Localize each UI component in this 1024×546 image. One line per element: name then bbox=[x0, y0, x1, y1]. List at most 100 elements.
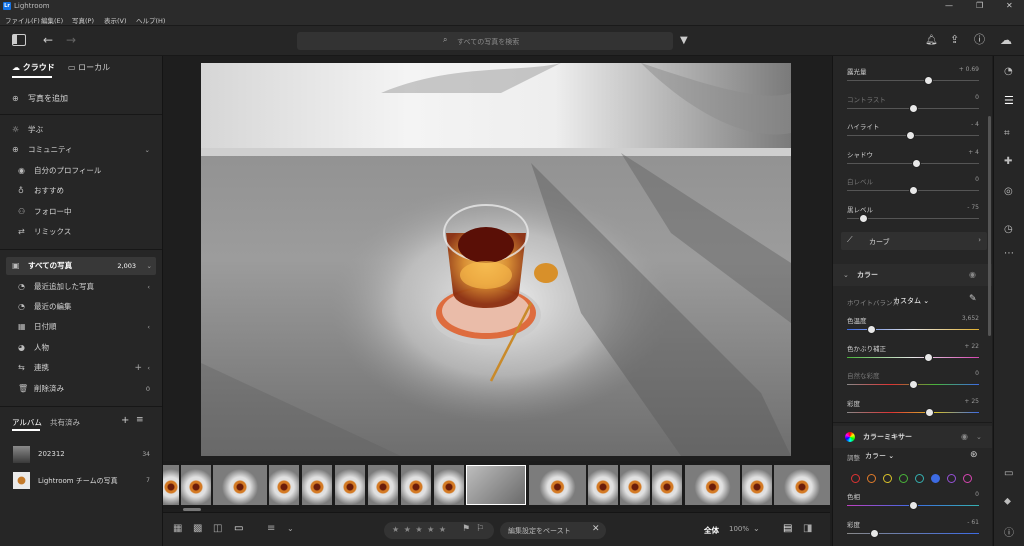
slider-knob[interactable] bbox=[909, 103, 918, 113]
filmstrip-thumbnail[interactable] bbox=[302, 465, 332, 505]
tab-shared[interactable]: 共有済み bbox=[50, 417, 80, 428]
versions-icon[interactable]: ◷ bbox=[1004, 224, 1013, 235]
star-rating[interactable]: ★ ★ ★ ★ ★ bbox=[392, 525, 447, 534]
maximize-button[interactable]: ❐ bbox=[976, 1, 983, 10]
panel-scrollbar[interactable] bbox=[988, 116, 991, 336]
sidebar-item-learn[interactable]: ☼ 学ぶ bbox=[0, 121, 162, 139]
filmstrip-thumbnail[interactable] bbox=[685, 465, 740, 505]
adjust-dropdown[interactable]: カラー ⌄ bbox=[865, 451, 894, 461]
filmstrip-thumbnail[interactable] bbox=[652, 465, 682, 505]
filmstrip-thumbnail[interactable] bbox=[774, 465, 830, 505]
close-button[interactable]: ✕ bbox=[1006, 1, 1013, 10]
filmstrip-thumbnail[interactable] bbox=[213, 465, 267, 505]
color-mixer-swatch[interactable] bbox=[883, 474, 892, 483]
adjust-slider[interactable]: 黒レベル - 75 bbox=[843, 202, 983, 224]
slider-knob[interactable] bbox=[909, 380, 918, 389]
paste-settings-button[interactable]: 編集設定をペースト ✕ bbox=[500, 522, 606, 539]
chevron-down-icon[interactable]: ⌄ bbox=[287, 524, 294, 533]
sidebar-item-by-date[interactable]: ▦ 日付順 ‹ bbox=[0, 318, 162, 336]
sidebar-item-recent-edits[interactable]: ◔ 最近の編集 bbox=[0, 298, 162, 316]
color-mixer-swatch[interactable] bbox=[867, 474, 876, 483]
sidebar-item-my-profile[interactable]: ◉ 自分のプロフィール bbox=[0, 162, 162, 180]
sidebar-item-all-photos[interactable]: ▣ すべての写真 2,003 ⌄ bbox=[6, 257, 156, 275]
cloud-icon[interactable]: ☁ bbox=[1000, 33, 1012, 47]
slider-knob[interactable] bbox=[870, 529, 879, 538]
filter-icon[interactable]: ▼ bbox=[680, 34, 688, 48]
search-input[interactable]: ⌕ すべての写真を検索 bbox=[297, 32, 673, 50]
adjust-slider[interactable]: 白レベル 0 bbox=[843, 174, 983, 196]
tab-local[interactable]: ▭ ローカル bbox=[68, 62, 110, 73]
sidebar-item-following[interactable]: ⚇ フォロー中 bbox=[0, 203, 162, 221]
color-mixer-swatch[interactable] bbox=[963, 474, 972, 483]
close-icon[interactable]: ✕ bbox=[592, 524, 600, 534]
menu-photo[interactable]: 写真(P) bbox=[72, 15, 94, 25]
compare-view-icon[interactable]: ◫ bbox=[213, 523, 222, 534]
sidebar-item-recently-added[interactable]: ◔ 最近追加した写真 ‹ bbox=[0, 278, 162, 296]
split-view-icon[interactable]: ◨ bbox=[803, 523, 812, 534]
album-item[interactable]: Lightroom チームの写真 7 bbox=[0, 470, 162, 492]
masking-icon[interactable]: ◎ bbox=[1004, 186, 1013, 197]
filmstrip-thumbnail[interactable] bbox=[434, 465, 464, 505]
slider-track[interactable] bbox=[847, 411, 979, 413]
color-mixer-swatch[interactable] bbox=[915, 474, 924, 483]
detail-view-icon[interactable]: ▭ bbox=[234, 523, 243, 534]
slider-knob[interactable] bbox=[858, 213, 868, 223]
square-grid-icon[interactable]: ▩ bbox=[193, 523, 202, 534]
adjust-slider[interactable]: 露光量 + 0.69 bbox=[843, 64, 983, 86]
adjust-slider[interactable]: コントラスト 0 bbox=[843, 92, 983, 114]
info-icon[interactable]: ⓘ bbox=[1004, 524, 1014, 539]
slider-track[interactable] bbox=[847, 80, 979, 81]
filmstrip-scrollbar[interactable] bbox=[183, 508, 201, 511]
reject-flag-icon[interactable]: ⚐ bbox=[476, 524, 484, 534]
adjust-slider[interactable]: 彩度 + 25 bbox=[843, 396, 983, 418]
comment-icon[interactable]: ▭ bbox=[1004, 468, 1013, 479]
slider-knob[interactable] bbox=[911, 158, 921, 168]
rating-bar[interactable]: ★ ★ ★ ★ ★ ⚑ ⚐ bbox=[384, 522, 494, 539]
slider-track[interactable] bbox=[847, 356, 979, 358]
filmstrip-thumbnail[interactable] bbox=[529, 465, 586, 505]
help-icon[interactable]: ⓘ bbox=[974, 33, 985, 47]
album-item[interactable]: 202312 34 bbox=[0, 444, 162, 466]
menu-edit[interactable]: 編集(E) bbox=[41, 15, 63, 25]
grid-view-icon[interactable]: ▦ bbox=[173, 523, 182, 534]
saturation-slider[interactable]: 彩度 - 61 bbox=[843, 517, 983, 539]
filmstrip-thumbnail[interactable] bbox=[269, 465, 299, 505]
adjust-slider[interactable]: 色温度 3,652 bbox=[843, 313, 983, 335]
minimize-button[interactable]: — bbox=[945, 1, 953, 10]
share-icon[interactable]: ⇪ bbox=[950, 33, 959, 47]
panel-toggle-icon[interactable] bbox=[12, 34, 26, 46]
target-adjust-icon[interactable]: ⊛ bbox=[970, 450, 978, 460]
filmstrip-thumbnail[interactable] bbox=[620, 465, 650, 505]
menu-file[interactable]: ファイル(F) bbox=[5, 15, 40, 25]
menu-help[interactable]: ヘルプ(H) bbox=[136, 15, 165, 25]
color-mixer-swatch[interactable] bbox=[899, 474, 908, 483]
add-album-icon[interactable]: + bbox=[121, 415, 129, 426]
filmstrip-thumbnail[interactable] bbox=[163, 465, 179, 505]
color-mixer-swatch[interactable] bbox=[947, 474, 956, 483]
color-mixer-header[interactable]: カラーミキサー ◉ ⌄ bbox=[833, 426, 992, 448]
notification-bell-icon[interactable]: 🔔︎ bbox=[925, 34, 938, 48]
tab-albums[interactable]: アルバム bbox=[12, 417, 42, 428]
add-photos-button[interactable]: ⊕ 写真を追加 bbox=[0, 90, 162, 108]
presets-icon[interactable]: ◔ bbox=[1004, 66, 1013, 77]
zoom-level[interactable]: 100% bbox=[729, 525, 749, 533]
filmstrip-thumbnail[interactable] bbox=[181, 465, 211, 505]
flag-icon[interactable]: ⚑ bbox=[462, 524, 470, 534]
filmstrip-thumbnail[interactable] bbox=[742, 465, 772, 505]
adjust-slider[interactable]: 自然な彩度 0 bbox=[843, 368, 983, 390]
eye-icon[interactable]: ◉ bbox=[961, 426, 968, 448]
sort-icon[interactable]: ≡ bbox=[267, 523, 275, 534]
sidebar-item-sync[interactable]: ⇆ 連携 + ‹ bbox=[0, 359, 162, 377]
slider-knob[interactable] bbox=[923, 76, 933, 85]
tab-cloud[interactable]: ☁ クラウド bbox=[12, 62, 55, 73]
slider-knob[interactable] bbox=[909, 186, 918, 195]
chevron-down-icon[interactable]: ⌄ bbox=[753, 524, 760, 533]
filmstrip-thumbnail[interactable] bbox=[466, 465, 526, 505]
filmstrip-thumbnail[interactable] bbox=[588, 465, 618, 505]
sidebar-item-recommended[interactable]: ♁ おすすめ bbox=[0, 182, 162, 200]
slider-knob[interactable] bbox=[923, 352, 933, 362]
sort-icon[interactable]: ≡ bbox=[136, 415, 144, 425]
sidebar-item-people[interactable]: ◕ 人物 bbox=[0, 339, 162, 357]
edit-sliders-icon[interactable]: ☰ bbox=[1004, 94, 1014, 107]
adjust-slider[interactable]: シャドウ + 4 bbox=[843, 147, 983, 169]
